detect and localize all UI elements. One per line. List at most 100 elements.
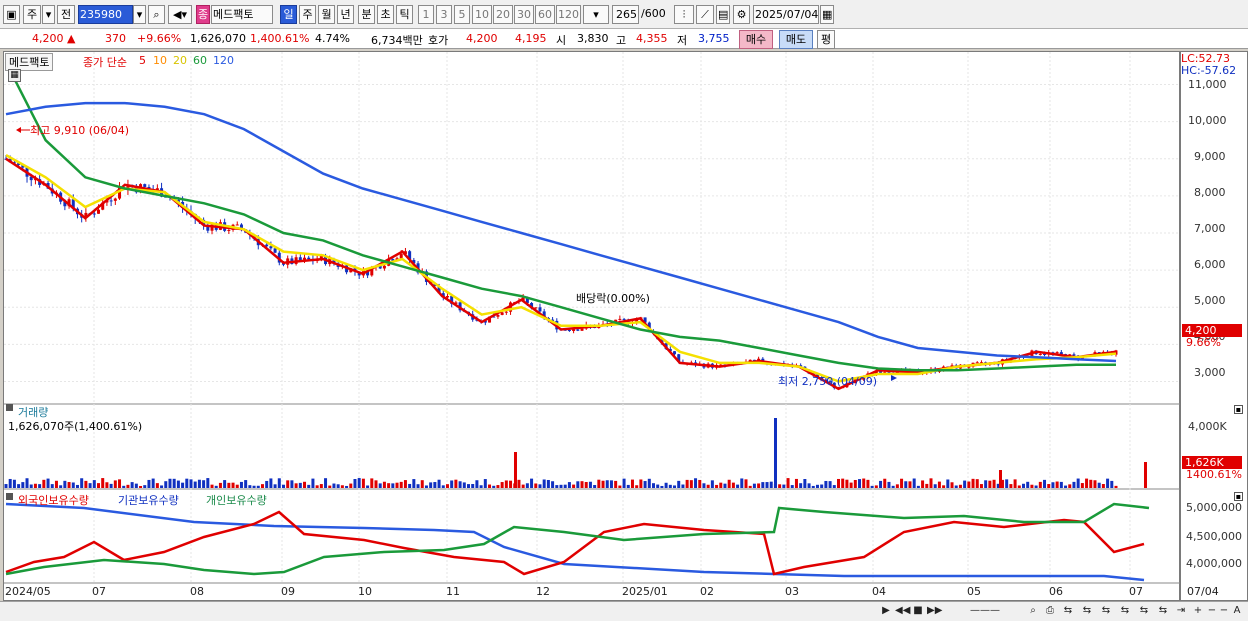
zoom-in-icon[interactable]: + xyxy=(1193,604,1203,619)
volume-bar xyxy=(467,484,470,488)
volume-bar xyxy=(954,485,958,488)
interval-dropdown[interactable]: ▾ xyxy=(583,5,609,24)
tab-monthly[interactable]: 월 xyxy=(318,5,335,24)
volume-bar xyxy=(164,481,168,488)
interval-120[interactable]: 120 xyxy=(556,5,581,24)
interval-20[interactable]: 20 xyxy=(493,5,513,24)
volume-y-tick: 4,000K xyxy=(1188,420,1227,433)
volume-bar xyxy=(731,482,735,488)
holdings-y-tick: 4,500,000 xyxy=(1186,530,1242,543)
volume-bar xyxy=(286,480,290,488)
volume-bar xyxy=(689,480,693,488)
volume-bar xyxy=(647,478,651,488)
sell-button[interactable]: 매도 xyxy=(779,30,813,49)
volume-bar xyxy=(1114,485,1118,488)
scroll-right-icon[interactable]: ▶ xyxy=(880,604,892,619)
search-icon[interactable]: ⌕ xyxy=(148,5,165,24)
volume-bar xyxy=(870,485,874,488)
pane-close-icon[interactable]: ▪ xyxy=(1234,405,1243,414)
volume-bar xyxy=(883,478,887,488)
volume-bar xyxy=(908,481,912,488)
volume-bar xyxy=(231,482,235,488)
interval-60[interactable]: 60 xyxy=(535,5,555,24)
compare-icon[interactable]: ⇆ xyxy=(1060,604,1076,619)
volume-bar xyxy=(92,480,96,488)
volume-bar xyxy=(999,470,1002,488)
tab-second[interactable]: 초 xyxy=(377,5,394,24)
count-input[interactable]: 265 xyxy=(612,5,639,24)
save-icon[interactable]: ▤ xyxy=(716,5,730,24)
tab-weekly[interactable]: 주 xyxy=(299,5,316,24)
interval-5[interactable]: 5 xyxy=(454,5,470,24)
volume-bar xyxy=(319,484,323,488)
speaker-icon[interactable]: ◀▾ xyxy=(168,5,192,24)
volume-bar xyxy=(618,485,622,488)
rewind-icon[interactable]: ◀◀ xyxy=(895,604,910,619)
volume-bar xyxy=(160,485,164,488)
indicator-icon[interactable]: ⇆ xyxy=(1098,604,1114,619)
tab-daily[interactable]: 일 xyxy=(280,5,297,24)
stop-icon[interactable]: ■ xyxy=(912,604,924,619)
high-label: 고 xyxy=(616,34,627,47)
interval-1[interactable]: 1 xyxy=(418,5,434,24)
volume-bar xyxy=(736,484,740,488)
volume-bar xyxy=(765,482,769,488)
individual-line xyxy=(5,502,1150,576)
interval-3[interactable]: 3 xyxy=(436,5,452,24)
chevron-down-icon[interactable]: ▾ xyxy=(42,5,55,24)
date-input[interactable]: 2025/07/04 xyxy=(753,5,819,24)
fast-forward-icon[interactable]: ▶▶ xyxy=(927,604,942,619)
mode-button[interactable]: 전 xyxy=(57,5,75,24)
y-tick: 6,000 xyxy=(1194,258,1226,271)
legend-ma20: 20 xyxy=(173,54,187,67)
stock-name-field[interactable]: 메드팩토 xyxy=(211,5,273,24)
scroll-end-icon[interactable]: ⇥ xyxy=(1174,604,1188,619)
volume-bar xyxy=(1089,479,1093,488)
volume-bar xyxy=(530,478,534,488)
cross-icon[interactable]: ⇆ xyxy=(1155,604,1171,619)
eval-button[interactable]: 평 xyxy=(817,30,835,49)
pane-close-icon[interactable]: ▪ xyxy=(1234,492,1243,501)
candle-body xyxy=(109,200,113,202)
tab-minute[interactable]: 분 xyxy=(358,5,375,24)
window-icon[interactable]: ▣ xyxy=(3,5,20,24)
tab-yearly[interactable]: 년 xyxy=(337,5,354,24)
font-icon[interactable]: A xyxy=(1231,604,1243,619)
calendar-icon[interactable]: ▦ xyxy=(820,5,834,24)
volume-bar xyxy=(332,483,336,488)
interval-10[interactable]: 10 xyxy=(472,5,492,24)
tab-tick[interactable]: 틱 xyxy=(396,5,413,24)
layout-icon[interactable]: ⎙ xyxy=(1043,604,1057,619)
zoom-out-icon[interactable]: − xyxy=(1207,604,1217,619)
volume-bar xyxy=(260,484,264,488)
candle-icon[interactable]: ⫶ xyxy=(674,5,694,24)
volume-bar xyxy=(437,479,441,488)
period-dropdown[interactable]: 주 xyxy=(23,5,41,24)
zoom-slider[interactable]: ——— xyxy=(950,604,1020,619)
reset-icon[interactable]: − xyxy=(1218,604,1230,619)
volume-bar xyxy=(75,484,79,488)
gear-icon[interactable]: ⚙ xyxy=(733,5,750,24)
volume-bar xyxy=(811,485,815,488)
overlay-icon[interactable]: ⇆ xyxy=(1117,604,1133,619)
volume-bar xyxy=(794,478,798,488)
buy-button[interactable]: 매수 xyxy=(739,30,773,49)
volume-bar xyxy=(677,480,681,488)
volume-bar xyxy=(874,485,878,488)
interval-30[interactable]: 30 xyxy=(514,5,534,24)
volume-bar xyxy=(635,485,639,488)
chevron-down-icon[interactable]: ▾ xyxy=(133,5,146,24)
y-tick: 11,000 xyxy=(1188,78,1227,91)
draw-icon[interactable]: ⟋ xyxy=(696,5,714,24)
split-icon[interactable]: ⇆ xyxy=(1136,604,1152,619)
chart-area[interactable] xyxy=(3,51,1181,601)
zoom-icon[interactable]: ⌕ xyxy=(1026,604,1040,619)
volume-bar xyxy=(46,478,50,488)
code-input[interactable]: 235980 xyxy=(78,5,133,24)
volume-bar xyxy=(59,485,63,488)
volume-bar xyxy=(815,484,819,488)
pattern-icon[interactable]: ⇆ xyxy=(1079,604,1095,619)
grid-icon[interactable]: ▦ xyxy=(8,69,21,82)
pane-marker-icon xyxy=(6,404,13,411)
candle-body xyxy=(580,328,584,331)
